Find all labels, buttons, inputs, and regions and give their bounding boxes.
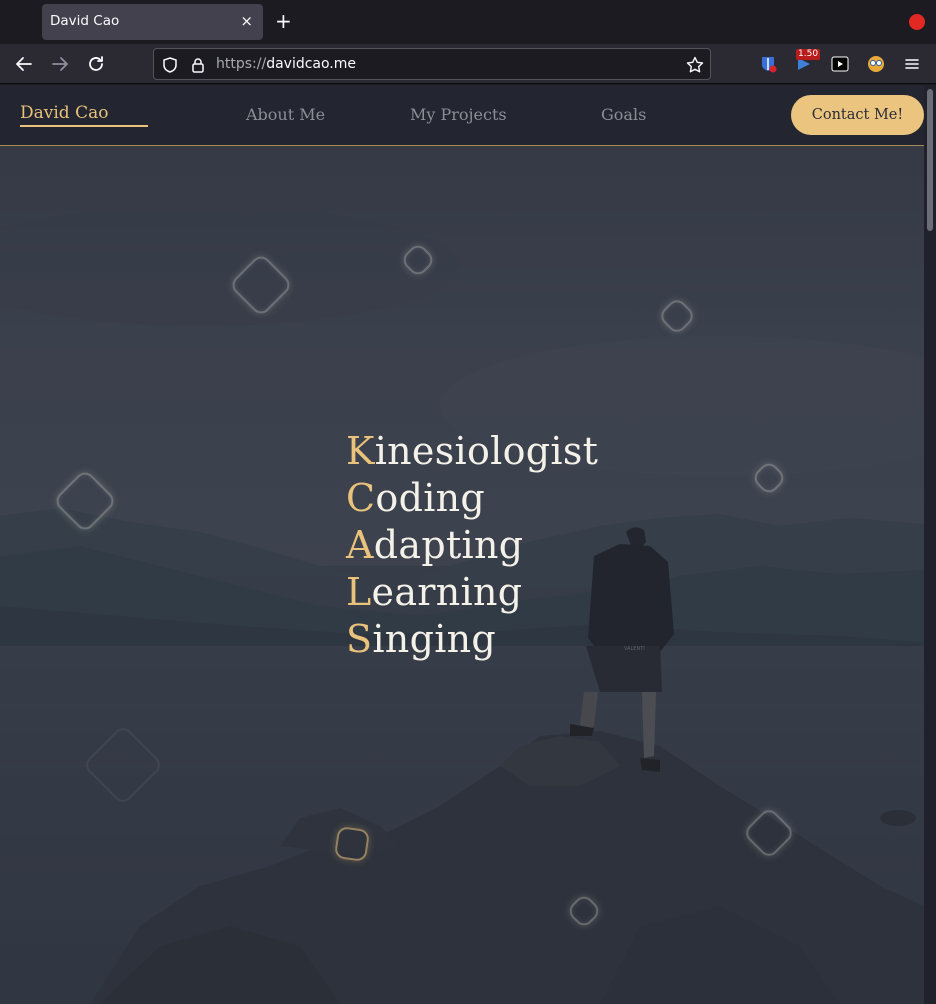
page-scrollbar[interactable] <box>924 85 936 1004</box>
hero-word-kinesiologist: Kinesiologist <box>346 428 598 475</box>
bitwarden-icon[interactable] <box>758 54 778 74</box>
word-initial: C <box>346 476 376 520</box>
word-rest: inesiologist <box>374 429 599 473</box>
back-icon[interactable] <box>12 52 36 76</box>
hero-section: VALENTI Kinesiologist Coding Adapting Le… <box>0 146 924 1004</box>
word-initial: L <box>346 570 372 614</box>
menu-icon[interactable] <box>902 54 922 74</box>
brand-logo-link[interactable]: David Cao <box>20 103 148 127</box>
nav-my-projects[interactable]: My Projects <box>410 105 507 124</box>
url-text[interactable]: https://davidcao.me <box>216 56 356 72</box>
word-initial: K <box>346 429 375 473</box>
hero-word-adapting: Adapting <box>346 522 598 569</box>
hero-word-singing: Singing <box>346 616 598 663</box>
nav-about-me[interactable]: About Me <box>246 105 325 124</box>
word-rest: earning <box>371 570 523 614</box>
hero-word-learning: Learning <box>346 569 598 616</box>
site-header: David Cao About Me My Projects Goals Con… <box>0 85 924 146</box>
contact-button[interactable]: Contact Me! <box>791 95 924 135</box>
lock-icon[interactable] <box>188 55 208 75</box>
youtube-icon[interactable] <box>830 54 850 74</box>
hero-word-coding: Coding <box>346 475 598 522</box>
word-rest: oding <box>375 476 486 520</box>
extension-badge: 1.50 <box>796 49 821 60</box>
nav-goals[interactable]: Goals <box>601 105 646 124</box>
tab-title: David Cao <box>50 13 120 29</box>
word-rest: inging <box>372 617 497 661</box>
browser-toolbar: https://davidcao.me 1.50 <box>0 44 936 84</box>
decorative-diamond <box>333 825 371 863</box>
close-tab-icon[interactable]: × <box>240 12 253 30</box>
star-icon[interactable] <box>685 55 705 75</box>
url-host: davidcao.me <box>266 56 357 72</box>
browser-tab[interactable]: David Cao × <box>42 4 263 40</box>
new-tab-button[interactable]: + <box>275 10 292 32</box>
word-initial: S <box>346 617 373 661</box>
url-scheme: https:// <box>216 56 267 72</box>
reload-icon[interactable] <box>84 52 108 76</box>
page-viewport: David Cao About Me My Projects Goals Con… <box>0 85 924 1004</box>
word-initial: A <box>346 523 374 567</box>
url-bar[interactable]: https://davidcao.me <box>153 48 711 80</box>
word-rest: dapting <box>373 523 524 567</box>
tab-strip: David Cao × + <box>0 0 936 44</box>
face-icon[interactable] <box>866 54 886 74</box>
forward-icon[interactable] <box>48 52 72 76</box>
recording-indicator-icon[interactable] <box>909 14 925 30</box>
hero-word-list: Kinesiologist Coding Adapting Learning S… <box>346 428 598 663</box>
scrollbar-thumb[interactable] <box>927 89 933 231</box>
shield-icon[interactable] <box>160 55 180 75</box>
